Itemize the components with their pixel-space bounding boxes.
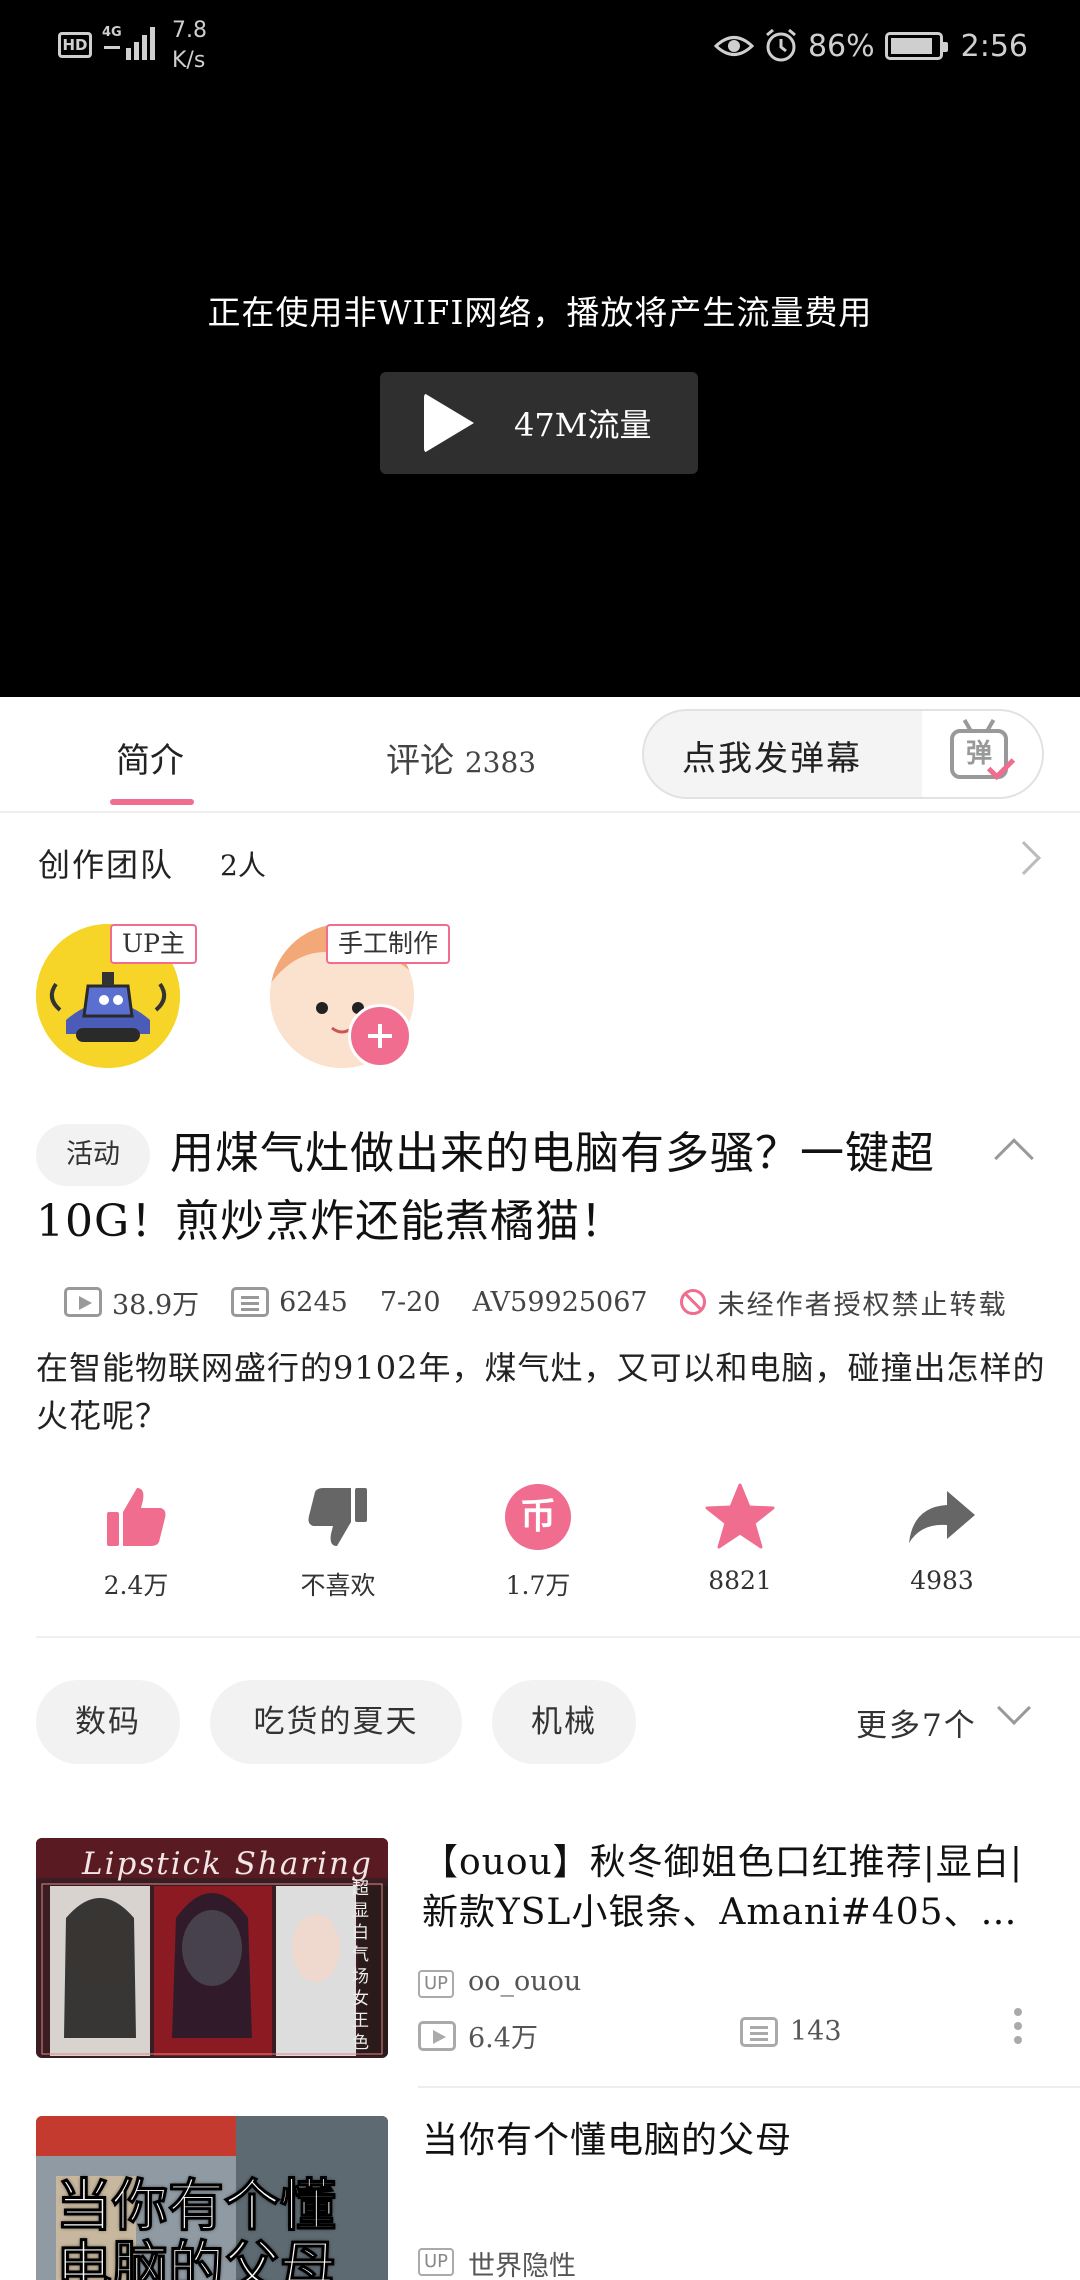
thumbnail-side-text: 超显白气场女王色 [352, 1879, 369, 2053]
video-description: 在智能物联网盛行的9102年，煤气灶，又可以和电脑，碰撞出怎样的火花呢？ [36, 1349, 1046, 1435]
creator-team-count: 2人 [220, 849, 266, 882]
related-video-title[interactable]: 【ouou】秋冬御姐色口红推荐|显白|新款YSL小银条、Amani#405、… [422, 1838, 1042, 1938]
video-player[interactable]: HD 4G 7.8 K/s 86% 2:56 正在使用非WIFI网络，播放将产生… [0, 0, 1080, 697]
battery-icon [884, 32, 948, 60]
tab-bar: 简介 评论 2383 点我发弹幕 弹 [0, 697, 1080, 813]
danmaku-count-icon [231, 1287, 270, 1317]
network-speed: 7.8 K/s [172, 18, 207, 73]
uploader-name: oo_ouou [468, 1966, 582, 1997]
related-view-stat: 6.4万 [418, 2016, 538, 2055]
divider [36, 1636, 1080, 1638]
send-danmaku-button[interactable]: 点我发弹幕 弹 [642, 709, 1044, 799]
dislike-label: 不喜欢 [300, 1571, 376, 1600]
video-meta: 38.9万 6245 7-20 AV59925067 未经作者授权禁止转载 [64, 1282, 1008, 1322]
signal-icon: 4G [102, 25, 155, 60]
chevron-down-icon[interactable] [997, 1691, 1031, 1725]
danmaku-count-icon [740, 2016, 778, 2047]
like-count: 2.4万 [103, 1571, 169, 1600]
hd-icon: HD [58, 32, 92, 58]
clock: 2:56 [960, 28, 1028, 64]
collaborator-badge: 手工制作 [326, 924, 451, 964]
follow-add-button[interactable] [348, 1004, 412, 1068]
favorite-count: 8821 [708, 1566, 772, 1595]
alarm-icon [765, 29, 796, 62]
share-count: 4983 [910, 1566, 974, 1595]
activity-tag[interactable]: 活动 [36, 1124, 150, 1186]
favorite-button[interactable]: 8821 [670, 1480, 810, 1595]
share-button[interactable]: 4983 [872, 1480, 1012, 1595]
svg-text:4G: 4G [102, 25, 122, 40]
divider [418, 2086, 1080, 2088]
share-icon [909, 1491, 975, 1543]
star-icon [705, 1483, 775, 1549]
no-repost-icon [679, 1289, 706, 1315]
more-tags-button[interactable]: 更多7个 [856, 1700, 977, 1745]
coin-count: 1.7万 [505, 1571, 571, 1600]
related-danmaku-stat: 143 [740, 2016, 842, 2047]
collapse-chevron-icon[interactable] [994, 1138, 1034, 1178]
thumbnail-caption: 当你有个懂电脑的父母 [55, 2174, 338, 2280]
related-thumbnail[interactable]: 当你有个懂电脑的父母 [36, 2116, 388, 2280]
related-video-title[interactable]: 当你有个懂电脑的父母 [422, 2116, 1042, 2166]
video-title: 用煤气灶做出来的电脑有多骚？一键超10G！煎炒烹炸还能煮橘猫！ [36, 1128, 935, 1247]
tab-comments-label: 评论 [386, 741, 454, 781]
dislike-button[interactable]: 不喜欢 [268, 1480, 408, 1602]
related-danmaku-count: 143 [790, 2016, 842, 2047]
send-danmaku-label: 点我发弹幕 [682, 739, 862, 779]
up-label-icon: UP [418, 2248, 454, 2276]
publish-date: 7-20 [379, 1286, 441, 1318]
view-count: 38.9万 [112, 1289, 200, 1321]
more-options-icon[interactable] [1014, 2008, 1022, 2016]
uploader-name: 世界隐性 [468, 2251, 576, 2280]
related-view-count: 6.4万 [468, 2023, 538, 2054]
thumbnail-caption: Lipstick Sharing [82, 1846, 373, 1882]
no-repost-notice: 未经作者授权禁止转载 [717, 1289, 1008, 1321]
thumbs-up-icon [107, 1488, 166, 1546]
up-label-icon: UP [418, 1970, 454, 1998]
uploader-badge: UP主 [110, 924, 197, 964]
related-thumbnail[interactable]: Lipstick Sharing 超显白气场女王色 [36, 1838, 388, 2058]
chevron-right-icon[interactable] [1007, 841, 1041, 875]
play-count-icon [64, 1287, 102, 1317]
tag-chip[interactable]: 机械 [492, 1680, 636, 1764]
like-button[interactable]: 2.4万 [66, 1480, 206, 1602]
av-number: AV59925067 [472, 1286, 648, 1318]
tab-intro[interactable]: 简介 [116, 733, 184, 782]
tag-chip[interactable]: 数码 [36, 1680, 180, 1764]
battery-percent: 86% [807, 28, 875, 64]
comment-count: 2383 [464, 746, 537, 779]
play-count-icon [418, 2020, 456, 2051]
creator-team-title: 创作团队 [38, 846, 175, 884]
coin-icon: 币 [505, 1484, 571, 1550]
active-tab-indicator [110, 799, 194, 805]
play-icon [424, 393, 474, 453]
play-with-data-button[interactable]: 47M流量 [380, 372, 698, 474]
coin-button[interactable]: 币 1.7万 [468, 1480, 608, 1602]
mobile-data-warning: 正在使用非WIFI网络，播放将产生流量费用 [207, 293, 873, 332]
status-bar: HD 4G 7.8 K/s 86% 2:56 [0, 0, 1080, 90]
eye-icon [713, 36, 754, 56]
tag-chip[interactable]: 吃货的夏天 [210, 1680, 462, 1764]
danmaku-count: 6245 [279, 1286, 348, 1318]
data-usage-label: 47M流量 [514, 406, 652, 444]
tab-comments[interactable]: 评论 2383 [386, 733, 536, 782]
thumbs-down-icon [308, 1488, 367, 1546]
